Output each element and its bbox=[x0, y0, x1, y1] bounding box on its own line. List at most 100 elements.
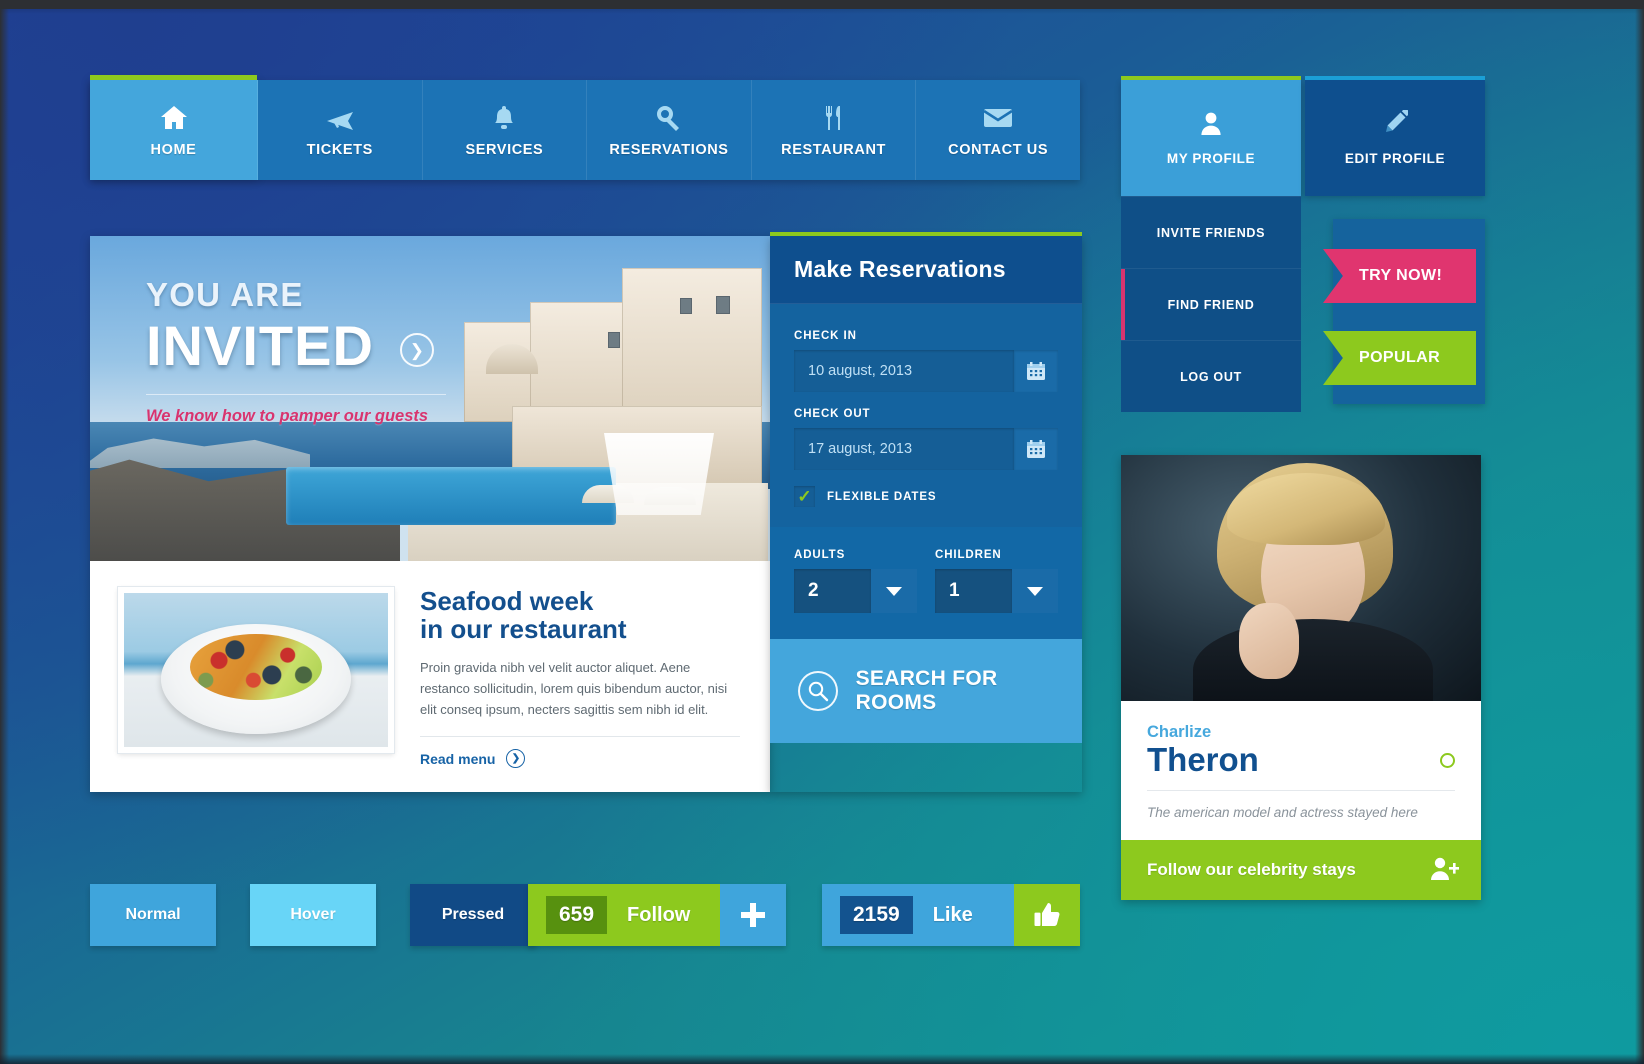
find-friend-item[interactable]: FIND FRIEND bbox=[1121, 268, 1301, 340]
promo-title: Seafood week in our restaurant bbox=[420, 586, 627, 645]
button-states-row: Normal Hover Pressed bbox=[90, 884, 536, 946]
follow-celebrity-button[interactable]: Follow our celebrity stays bbox=[1121, 840, 1481, 900]
calendar-icon[interactable] bbox=[1014, 350, 1058, 392]
nav-item-home[interactable]: HOME bbox=[90, 75, 258, 180]
button-state-normal[interactable]: Normal bbox=[90, 884, 216, 946]
window-bottom-edge bbox=[0, 1054, 1644, 1064]
like-button[interactable]: 2159 Like bbox=[822, 884, 1080, 946]
flexible-dates-row: ✓ FLEXIBLE DATES bbox=[794, 486, 1058, 507]
nav-item-services[interactable]: SERVICES bbox=[422, 80, 588, 180]
calendar-icon[interactable] bbox=[1014, 428, 1058, 470]
flexible-dates-checkbox[interactable]: ✓ bbox=[794, 486, 815, 507]
hero-text-overlay: YOU ARE INVITED ❯ We know how to pamper … bbox=[90, 236, 770, 561]
celebrity-note: The american model and actress stayed he… bbox=[1147, 805, 1418, 821]
bell-icon bbox=[489, 103, 519, 133]
hero-divider bbox=[146, 393, 446, 395]
nav-item-label: TICKETS bbox=[306, 141, 373, 158]
try-now-label: TRY NOW! bbox=[1359, 267, 1443, 284]
window-left-edge bbox=[0, 0, 9, 1064]
cutlery-icon bbox=[819, 103, 849, 133]
nav-item-reservations[interactable]: RESERVATIONS bbox=[587, 80, 752, 180]
celebrity-photo bbox=[1121, 455, 1481, 701]
search-icon bbox=[798, 671, 838, 711]
check-icon: ✓ bbox=[797, 487, 812, 506]
check-in-label: CHECK IN bbox=[794, 330, 857, 342]
invite-friends-label: INVITE FRIENDS bbox=[1156, 225, 1266, 240]
reservation-title: Make Reservations bbox=[794, 256, 1006, 282]
key-icon bbox=[654, 103, 684, 133]
promo-divider bbox=[420, 736, 740, 738]
button-state-hover[interactable]: Hover bbox=[250, 884, 376, 946]
promo-text: Proin gravida nibh vel velit auctor aliq… bbox=[420, 660, 728, 718]
nav-item-contact-us[interactable]: CONTACT US bbox=[916, 80, 1080, 180]
follow-celebrity-label: Follow our celebrity stays bbox=[1147, 860, 1356, 879]
celebrity-last-name: Theron bbox=[1147, 741, 1259, 778]
nav-item-restaurant[interactable]: RESTAURANT bbox=[751, 80, 917, 180]
nav-item-label: HOME bbox=[150, 141, 197, 158]
children-field: CHILDREN 1 bbox=[935, 549, 1058, 613]
app-root: HOME TICKETS SERVICES RESERVATIONS RESTA bbox=[0, 0, 1644, 1064]
hand-shape bbox=[1239, 603, 1299, 679]
adults-value: 2 bbox=[794, 569, 871, 613]
reservation-header: Make Reservations bbox=[770, 236, 1082, 304]
thumbs-up-icon[interactable] bbox=[1014, 884, 1080, 946]
nav-item-label: RESERVATIONS bbox=[609, 141, 729, 158]
nav-item-label: CONTACT US bbox=[948, 141, 1049, 158]
log-out-item[interactable]: LOG OUT bbox=[1121, 340, 1301, 412]
button-label: Hover bbox=[290, 906, 336, 923]
children-label: CHILDREN bbox=[935, 549, 1002, 561]
read-menu-link[interactable]: Read menu ❯ bbox=[420, 749, 526, 769]
window-right-edge bbox=[1635, 0, 1644, 1064]
add-user-icon bbox=[1429, 855, 1460, 886]
search-for-rooms-button[interactable]: SEARCH FOR ROOMS bbox=[770, 639, 1082, 743]
nav-item-label: SERVICES bbox=[465, 141, 544, 158]
status-dot-icon bbox=[1440, 752, 1455, 768]
chevron-down-icon bbox=[1012, 569, 1058, 613]
button-label: Normal bbox=[125, 906, 181, 923]
follow-label: Follow bbox=[627, 903, 691, 926]
home-icon bbox=[159, 103, 189, 133]
children-select[interactable]: 1 bbox=[935, 569, 1058, 613]
popular-ribbon[interactable]: POPULAR bbox=[1323, 331, 1476, 385]
celebrity-card: Charlize Theron The american model and a… bbox=[1121, 455, 1481, 900]
profile-menu: MY PROFILE INVITE FRIENDS FIND FRIEND LO… bbox=[1121, 76, 1301, 412]
hero-kicker: YOU ARE bbox=[146, 276, 304, 313]
reservation-dates: CHECK IN CHECK OUT ✓ FLEXIBLE DATES bbox=[770, 304, 1082, 527]
adults-label: ADULTS bbox=[794, 549, 846, 561]
follow-button[interactable]: 659 Follow bbox=[528, 884, 786, 946]
check-in-input[interactable] bbox=[794, 350, 1014, 392]
button-state-pressed[interactable]: Pressed bbox=[410, 884, 536, 946]
hero-subtitle: We know how to pamper our guests bbox=[146, 406, 429, 425]
my-profile-label: MY PROFILE bbox=[1166, 151, 1256, 166]
plus-icon[interactable] bbox=[720, 884, 786, 946]
my-profile-button[interactable]: MY PROFILE bbox=[1121, 80, 1301, 196]
flexible-dates-label: FLEXIBLE DATES bbox=[827, 490, 937, 503]
check-in-row bbox=[794, 350, 1058, 392]
follow-main: 659 Follow bbox=[528, 884, 720, 946]
celebrity-first-name: Charlize bbox=[1147, 723, 1212, 741]
like-count: 2159 bbox=[840, 896, 913, 934]
chevron-right-icon: ❯ bbox=[506, 749, 526, 769]
main-navigation: HOME TICKETS SERVICES RESERVATIONS RESTA bbox=[90, 75, 1080, 180]
seafood-shape bbox=[190, 633, 322, 700]
celebrity-info: Charlize Theron The american model and a… bbox=[1121, 701, 1481, 820]
try-now-ribbon[interactable]: TRY NOW! bbox=[1323, 249, 1476, 303]
search-for-rooms-label: SEARCH FOR ROOMS bbox=[855, 667, 998, 714]
popular-label: POPULAR bbox=[1359, 349, 1441, 366]
reservation-panel: Make Reservations CHECK IN CHECK OUT ✓ bbox=[770, 232, 1082, 792]
chevron-right-icon[interactable]: ❯ bbox=[399, 333, 434, 368]
promo-section: Seafood week in our restaurant Proin gra… bbox=[90, 561, 770, 792]
pencil-icon bbox=[1382, 109, 1409, 141]
like-main: 2159 Like bbox=[822, 884, 1014, 946]
hero-photo: YOU ARE INVITED ❯ We know how to pamper … bbox=[90, 236, 770, 561]
celebrity-divider bbox=[1147, 790, 1455, 792]
hero-content-card: YOU ARE INVITED ❯ We know how to pamper … bbox=[90, 236, 770, 792]
find-friend-label: FIND FRIEND bbox=[1167, 297, 1255, 312]
invite-friends-item[interactable]: INVITE FRIENDS bbox=[1121, 196, 1301, 268]
adults-select[interactable]: 2 bbox=[794, 569, 917, 613]
nav-item-tickets[interactable]: TICKETS bbox=[258, 80, 423, 180]
follow-count: 659 bbox=[546, 896, 608, 934]
nav-item-label: RESTAURANT bbox=[781, 141, 886, 158]
edit-profile-button[interactable]: EDIT PROFILE bbox=[1305, 76, 1485, 196]
check-out-input[interactable] bbox=[794, 428, 1014, 470]
